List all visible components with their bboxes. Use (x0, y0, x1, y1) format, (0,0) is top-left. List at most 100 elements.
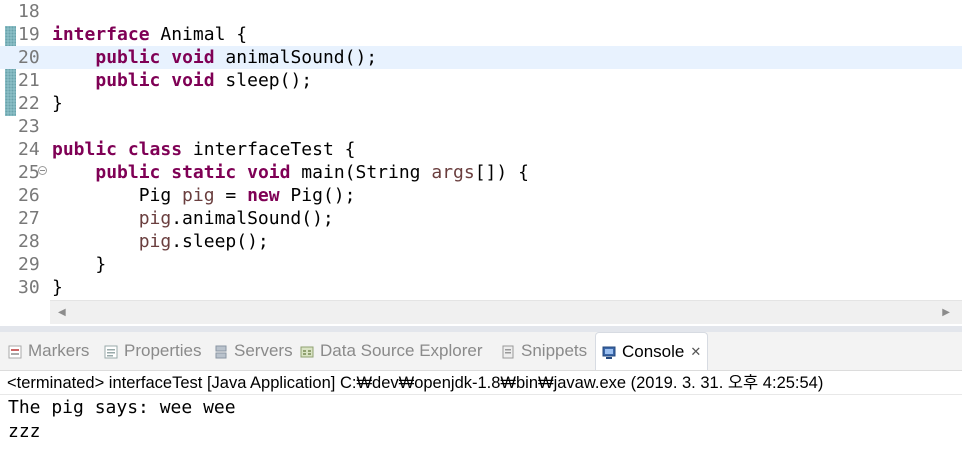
markers-icon (8, 344, 22, 359)
tab-servers[interactable]: Servers (214, 332, 293, 370)
tab-markers[interactable]: Markers (8, 332, 89, 370)
tab-label: Snippets (521, 341, 588, 360)
snippets-icon (501, 344, 515, 359)
code-editor[interactable]: 18 19 interface Animal {20 public void ani… (0, 0, 962, 327)
code-token: animalSound(); (214, 47, 378, 68)
keyword-token: interface (52, 24, 150, 45)
console-output-line: zzz (8, 421, 41, 442)
scroll-left-icon[interactable]: ◀ (58, 307, 66, 318)
line-number: 28 (18, 231, 40, 252)
code-line[interactable]: 30} (0, 276, 962, 299)
code-token: Pig(); (279, 185, 356, 206)
line-number: 23 (18, 116, 40, 137)
code-line[interactable]: 29 } (0, 253, 962, 276)
code-line[interactable]: 24 public class interfaceTest { (0, 138, 962, 161)
code-line[interactable]: 18 (0, 0, 962, 23)
code-text: public class interfaceTest { (52, 138, 355, 161)
code-text: public void sleep(); (52, 69, 312, 92)
line-number: 22 (18, 93, 40, 114)
keyword-token: public (52, 139, 118, 160)
code-line[interactable]: 21 public void sleep(); (0, 69, 962, 92)
code-text: } (52, 276, 63, 299)
servers-icon (214, 344, 228, 359)
code-token: } (52, 277, 63, 298)
code-line[interactable]: 22} (0, 92, 962, 115)
tab-label: Properties (124, 341, 202, 360)
views-tab-bar: Markers Properties Servers Data Source E… (0, 332, 962, 370)
line-number: 30 (18, 277, 40, 298)
code-line[interactable]: 19 interface Animal { (0, 23, 962, 46)
code-token: sleep(); (214, 70, 313, 91)
data-source-icon (300, 344, 314, 358)
line-number: 19 (18, 24, 40, 45)
tab-data-source-explorer[interactable]: Data Source Explorer (300, 332, 483, 370)
code-token: Pig (52, 185, 183, 206)
console-icon (602, 345, 616, 359)
line-number: 24 (18, 139, 40, 160)
line-number: 20 (18, 47, 40, 68)
tab-label: Markers (28, 341, 90, 360)
code-text: } (52, 253, 106, 276)
code-line[interactable]: 23 (0, 115, 962, 138)
code-text: } (52, 92, 63, 115)
line-number: 29 (18, 254, 40, 275)
fold-collapse-icon[interactable] (38, 166, 47, 175)
code-line[interactable]: 20 public void animalSound(); (0, 46, 962, 69)
code-text: public void animalSound(); (52, 46, 377, 69)
tab-label: Data Source Explorer (320, 341, 483, 360)
variable-token: args (431, 162, 475, 183)
code-text: public static void main(String args[]) { (52, 161, 529, 184)
code-line[interactable]: 25 public static void main(String args[]… (0, 161, 962, 184)
close-icon[interactable]: ✕ (690, 344, 701, 360)
code-token: .animalSound(); (171, 208, 334, 229)
code-token: Animal { (149, 24, 248, 45)
variable-token: pig (138, 231, 172, 252)
code-line[interactable]: 28 pig.sleep(); (0, 230, 962, 253)
console-process-label: <terminated> interfaceTest [Java Applica… (0, 370, 962, 395)
code-token: = (214, 185, 248, 206)
properties-icon (104, 344, 118, 359)
code-text: pig.sleep(); (52, 230, 269, 253)
line-number: 26 (18, 185, 40, 206)
code-token: main(String (290, 162, 432, 183)
code-token: .sleep(); (171, 231, 269, 252)
code-token: } (52, 93, 63, 114)
console-output-line: The pig says: wee wee (8, 397, 236, 418)
keyword-token: public (95, 162, 161, 183)
tab-console[interactable]: Console ✕ (595, 332, 709, 370)
variable-token: pig (138, 208, 172, 229)
tab-snippets[interactable]: Snippets (501, 332, 587, 370)
keyword-token: public (95, 70, 161, 91)
keyword-token: static (171, 162, 237, 183)
line-number: 27 (18, 208, 40, 229)
tab-label: Console (622, 341, 685, 361)
scroll-right-icon[interactable]: ▶ (942, 307, 950, 318)
keyword-token: void (247, 162, 291, 183)
horizontal-scrollbar[interactable]: ◀ ▶ (50, 300, 962, 324)
tab-properties[interactable]: Properties (104, 332, 201, 370)
line-number: 25 (18, 162, 40, 183)
code-text: pig.animalSound(); (52, 207, 334, 230)
keyword-token: void (171, 47, 215, 68)
line-number: 18 (18, 1, 40, 22)
code-text: Pig pig = new Pig(); (52, 184, 356, 207)
keyword-token: void (171, 70, 215, 91)
code-token: []) { (474, 162, 529, 183)
keyword-token: public (95, 47, 161, 68)
code-line[interactable]: 27 pig.animalSound(); (0, 207, 962, 230)
code-token: interfaceTest { (182, 139, 356, 160)
code-line[interactable]: 26 Pig pig = new Pig(); (0, 184, 962, 207)
tab-label: Servers (234, 341, 293, 360)
keyword-token: new (247, 185, 280, 206)
variable-token: pig (182, 185, 215, 206)
